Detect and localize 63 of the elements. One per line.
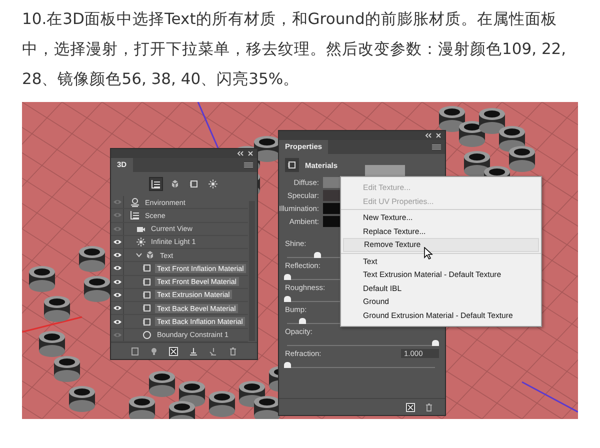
collapse-icon[interactable]	[425, 133, 432, 138]
material-icon	[142, 316, 152, 327]
material-icon	[142, 263, 152, 274]
cylinder-drawing	[44, 296, 70, 322]
globe-icon	[130, 197, 140, 208]
material-icon	[142, 303, 152, 314]
eye-icon[interactable]	[112, 278, 122, 285]
cylinder-drawing	[129, 396, 155, 419]
instruction-paragraph: 10.在3D面板中选择Text的所有材质，和Ground的前膨胀材质。在属性面板中，选择漫射，打开下拉菜单，移去纹理。然后改变参数：漫射颜色109, 22, 28、镜像颜色56, 38, 40、闪亮35%。	[22, 9, 568, 90]
scene-icon	[150, 179, 160, 189]
document-icon[interactable]	[131, 346, 139, 356]
add-object-icon[interactable]	[209, 346, 218, 356]
menu-icon[interactable]	[432, 144, 441, 150]
slider-track[interactable]	[287, 359, 435, 368]
render-icon[interactable]	[169, 346, 178, 356]
axis-line	[22, 316, 82, 333]
cylinder-drawing	[209, 391, 235, 417]
mesh-icon	[145, 250, 155, 260]
circle-icon	[142, 330, 152, 340]
filter-button[interactable]	[148, 177, 162, 191]
cylinder-drawing	[459, 121, 485, 147]
trash-icon[interactable]	[229, 346, 237, 356]
eye-icon[interactable]	[112, 252, 122, 258]
cylinder-drawing	[149, 371, 175, 397]
cylinder-drawing	[29, 266, 55, 292]
material-icon	[142, 276, 152, 287]
axis-line	[197, 102, 219, 148]
render-icon[interactable]	[406, 402, 415, 412]
slider-thumb[interactable]	[314, 252, 321, 258]
drop-to-plane-icon[interactable]	[189, 346, 198, 356]
cylinder-drawing	[69, 386, 95, 412]
bulb-icon[interactable]	[150, 346, 158, 356]
cylinder-drawing	[509, 146, 535, 172]
slider-thumb[interactable]	[432, 340, 439, 346]
cursor-icon	[424, 247, 433, 260]
material-icon	[287, 160, 297, 170]
menu-icon[interactable]	[244, 162, 253, 168]
slider-thumb[interactable]	[284, 362, 291, 368]
eye-icon[interactable]	[112, 318, 122, 325]
scene-icon	[130, 210, 140, 220]
filter-button[interactable]	[206, 177, 220, 191]
eye-icon[interactable]	[112, 265, 122, 272]
eye-icon[interactable]	[112, 238, 122, 245]
chevron-icon[interactable]	[136, 252, 142, 258]
eye-icon[interactable]	[112, 292, 122, 298]
light-icon	[208, 179, 218, 189]
collapse-icon[interactable]	[237, 151, 244, 156]
slider-thumb[interactable]	[284, 296, 291, 302]
cylinder-drawing	[39, 331, 65, 357]
close-icon[interactable]	[436, 133, 441, 138]
material-icon	[188, 179, 198, 189]
cylinder-drawing	[54, 356, 80, 382]
eye-icon[interactable]	[112, 305, 122, 312]
material-icon	[142, 290, 152, 300]
slider-thumb[interactable]	[298, 318, 306, 324]
trash-icon[interactable]	[425, 402, 433, 412]
cylinder-drawing	[479, 108, 505, 134]
light-icon	[136, 236, 146, 247]
slider-thumb[interactable]	[284, 274, 291, 280]
close-icon[interactable]	[248, 151, 253, 156]
cylinder-drawing	[79, 246, 105, 272]
mesh-icon	[170, 179, 180, 189]
axis-line	[522, 381, 578, 413]
